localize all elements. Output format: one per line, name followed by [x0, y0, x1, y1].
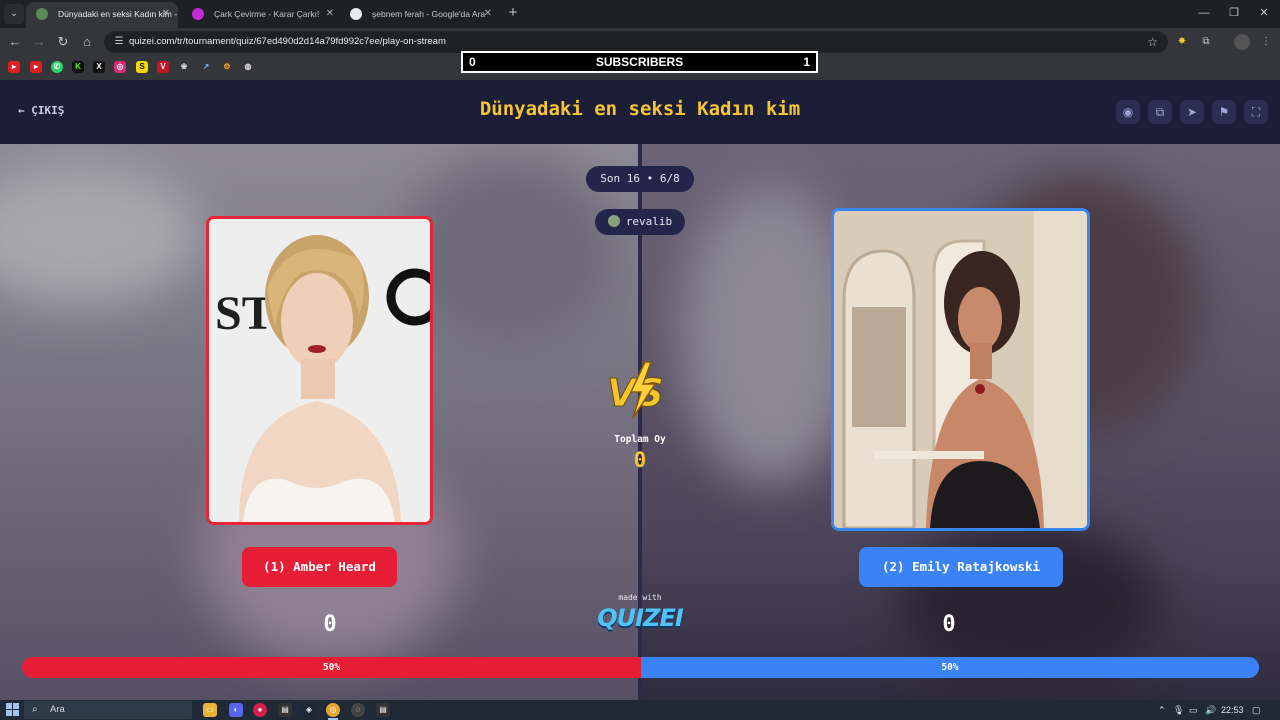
media-app-icon[interactable]: ●: [253, 703, 267, 717]
eye-icon[interactable]: ◉: [1116, 100, 1140, 124]
made-with-label: made with: [618, 593, 662, 602]
tab-quizei[interactable]: Dünyadaki en seksi Kadın kim - ✕: [26, 2, 178, 28]
tab-search-button[interactable]: ⌄: [4, 4, 24, 24]
forward-icon[interactable]: →: [30, 33, 48, 51]
microphone-icon[interactable]: 🎙: [1173, 700, 1184, 720]
steam-icon[interactable]: ◈: [302, 703, 316, 717]
back-icon[interactable]: ←: [6, 33, 24, 51]
left-contestant-image[interactable]: ST: [206, 216, 433, 525]
close-window-icon[interactable]: ✕: [1254, 4, 1274, 22]
tab-title: Dünyadaki en seksi Kadın kim -: [58, 9, 178, 19]
chatgpt-icon[interactable]: ❀: [178, 61, 190, 73]
total-votes-value: 0: [633, 448, 647, 472]
gear-icon[interactable]: ⚙: [221, 61, 233, 73]
send-icon[interactable]: ➤: [1180, 100, 1204, 124]
right-percent-label: 50%: [941, 662, 959, 673]
avatar: [607, 215, 620, 227]
youtube-icon[interactable]: ▸: [30, 61, 42, 73]
windows-taskbar: ⌕ Ara ▭ ◐ ● ▤ ◈ ◎ ◌ ▤ ⌃ 🎙 ▭ 🔊 22:53 ▢: [0, 700, 1280, 720]
notification-icon[interactable]: ▢: [1252, 700, 1261, 720]
x-icon[interactable]: X: [93, 61, 105, 73]
whatsapp-icon[interactable]: ✆: [51, 61, 63, 73]
extensions-puzzle-icon[interactable]: ⧉: [1198, 34, 1214, 50]
volume-icon[interactable]: 🔊: [1205, 700, 1216, 720]
subscriber-counter-overlay: 0 SUBSCRIBERS 1: [461, 51, 818, 73]
bookmark-star-icon[interactable]: ☆: [1147, 31, 1158, 53]
left-vote-count: 0: [323, 612, 337, 637]
app-icon[interactable]: ▤: [278, 703, 292, 717]
chrome-icon[interactable]: ◎: [326, 703, 340, 720]
tray-chevron-icon[interactable]: ⌃: [1158, 700, 1166, 720]
extension-icon[interactable]: ✸: [1174, 34, 1190, 50]
windows-start-icon[interactable]: [6, 703, 20, 717]
round-badge: Son 16 • 6/8: [586, 166, 694, 192]
file-explorer-icon[interactable]: ▭: [203, 703, 217, 717]
address-bar[interactable]: ☰ quizei.com/tr/tournament/quiz/67ed490d…: [104, 31, 1168, 53]
close-tab-icon[interactable]: ✕: [484, 2, 492, 26]
youtube-icon[interactable]: ▸: [8, 61, 20, 73]
user-badge: revalib: [595, 209, 685, 235]
bg-blur: [0, 164, 200, 304]
clock[interactable]: 22:53: [1221, 700, 1244, 720]
right-portrait-icon: [834, 211, 1087, 528]
tab-google[interactable]: şebnem ferah - Google'da Ara ✕: [340, 2, 500, 28]
discord-icon[interactable]: ◐: [229, 703, 243, 717]
quizei-favicon-icon: [36, 8, 48, 20]
chart-icon[interactable]: ↗: [200, 61, 212, 73]
flag-icon[interactable]: ⚑: [1212, 100, 1236, 124]
tab-wheel[interactable]: Çark Çevirme - Karar Çarkı! ✕: [182, 2, 342, 28]
copy-icon[interactable]: ⧉: [1148, 100, 1172, 124]
vote-right-button[interactable]: (2) Emily Ratajkowski: [859, 547, 1063, 587]
left-percent-label: 50%: [322, 662, 341, 673]
tab-title: şebnem ferah - Google'da Ara: [372, 9, 486, 19]
right-contestant-image[interactable]: [831, 208, 1090, 531]
quiz-header: ← ÇIKIŞ Dünyadaki en seksi Kadın kim ◉ ⧉…: [0, 80, 1280, 144]
kick-icon[interactable]: K: [72, 61, 84, 73]
restore-icon[interactable]: ❐: [1224, 4, 1244, 22]
fullscreen-icon[interactable]: ⛶: [1244, 100, 1268, 124]
minimize-icon[interactable]: —: [1194, 4, 1214, 22]
versus-icon: VS: [605, 360, 675, 420]
close-tab-icon[interactable]: ✕: [162, 2, 170, 26]
quiz-page: ← ÇIKIŞ Dünyadaki en seksi Kadın kim ◉ ⧉…: [0, 80, 1280, 700]
username: revalib: [625, 215, 673, 228]
quizei-logo[interactable]: QUIZEI: [585, 604, 695, 632]
globe-icon[interactable]: ◍: [242, 61, 254, 73]
tab-title: Çark Çevirme - Karar Çarkı!: [214, 9, 320, 19]
reload-icon[interactable]: ↻: [54, 33, 72, 51]
browser-tab-strip: ⌄ Dünyadaki en seksi Kadın kim - ✕ Çark …: [0, 0, 1280, 28]
subscriber-label: SUBSCRIBERS: [595, 55, 684, 69]
instagram-icon[interactable]: ◎: [114, 61, 126, 73]
taskbar-search[interactable]: ⌕ Ara: [24, 701, 192, 719]
page-title: Dünyadaki en seksi Kadın kim: [479, 98, 801, 120]
browser-menu-icon[interactable]: ⋮: [1258, 34, 1274, 50]
close-tab-icon[interactable]: ✕: [326, 2, 334, 26]
obs-icon[interactable]: ◌: [351, 703, 365, 717]
left-portrait-icon: ST: [209, 219, 430, 522]
vpn-icon[interactable]: V: [157, 61, 169, 73]
profile-avatar[interactable]: [1234, 34, 1250, 50]
new-tab-button[interactable]: +: [504, 4, 522, 22]
search-placeholder: Ara: [50, 704, 65, 715]
search-icon: ⌕: [32, 704, 38, 715]
network-icon[interactable]: ▭: [1189, 700, 1198, 720]
s-icon[interactable]: S: [136, 61, 148, 73]
google-favicon-icon: [350, 8, 362, 20]
url-text[interactable]: quizei.com/tr/tournament/quiz/67ed490d2d…: [129, 31, 446, 53]
site-info-icon[interactable]: ☰: [112, 35, 126, 49]
app-icon[interactable]: ▤: [376, 703, 390, 717]
total-votes-label: Toplam Oy: [614, 434, 666, 445]
right-vote-count: 0: [942, 612, 956, 637]
vote-left-button[interactable]: (1) Amber Heard: [242, 547, 397, 587]
vote-progress-bar: 50% 50%: [22, 657, 1259, 678]
home-icon[interactable]: ⌂: [78, 33, 96, 51]
subscriber-right-count: 1: [803, 55, 810, 69]
svg-text:ST: ST: [215, 287, 274, 340]
wheel-favicon-icon: [192, 8, 204, 20]
